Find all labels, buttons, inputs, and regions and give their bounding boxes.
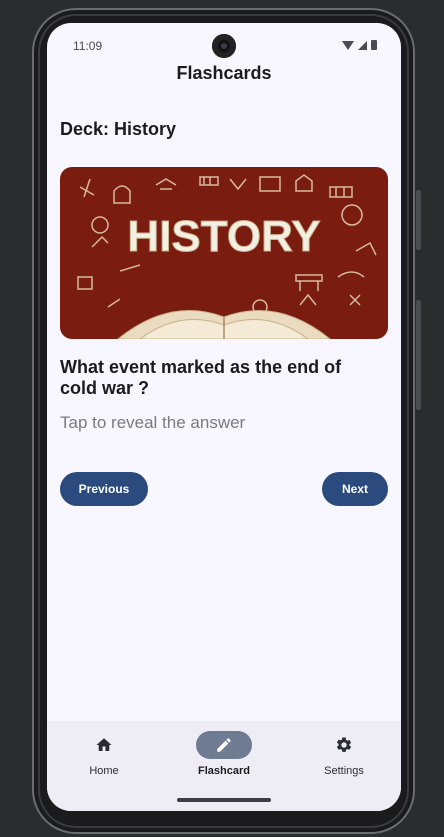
front-camera — [212, 34, 236, 58]
bottom-navigation: Home Flashcard Settings — [47, 721, 401, 811]
status-icons — [342, 40, 377, 50]
signal-icon — [358, 40, 367, 50]
nav-label-settings: Settings — [324, 765, 364, 777]
status-bar: 11:09 — [47, 23, 401, 67]
gesture-home-indicator[interactable] — [177, 798, 271, 802]
nav-home-pill — [76, 731, 132, 759]
gear-icon — [336, 737, 352, 752]
nav-label-home: Home — [89, 765, 119, 777]
status-time: 11:09 — [73, 39, 103, 53]
wifi-icon — [342, 40, 354, 50]
page-title: Flashcards — [176, 63, 272, 83]
banner-text: HISTORY — [127, 212, 320, 261]
reveal-answer-hint[interactable]: Tap to reveal the answer — [60, 413, 245, 433]
power-button — [416, 190, 421, 250]
nav-item-flashcard[interactable]: Flashcard — [179, 731, 269, 777]
card-question: What event marked as the end of cold war… — [60, 357, 342, 398]
history-illustration: HISTORY — [77, 174, 377, 339]
deck-title: Deck: History — [60, 119, 177, 139]
next-button[interactable]: Next — [322, 472, 388, 506]
nav-item-home[interactable]: Home — [59, 731, 149, 777]
nav-label-flashcard: Flashcard — [198, 765, 250, 777]
edit-icon — [217, 738, 231, 752]
nav-flashcard-pill — [196, 731, 252, 759]
battery-icon — [371, 40, 377, 50]
volume-button — [416, 300, 421, 410]
app-screen: 11:09 Flashcards Deck: History HISTORY W… — [47, 23, 401, 811]
previous-button[interactable]: Previous — [60, 472, 148, 506]
deck-image: HISTORY — [60, 167, 388, 339]
home-icon — [96, 738, 112, 751]
nav-item-settings[interactable]: Settings — [299, 731, 389, 777]
nav-settings-pill — [316, 731, 372, 759]
